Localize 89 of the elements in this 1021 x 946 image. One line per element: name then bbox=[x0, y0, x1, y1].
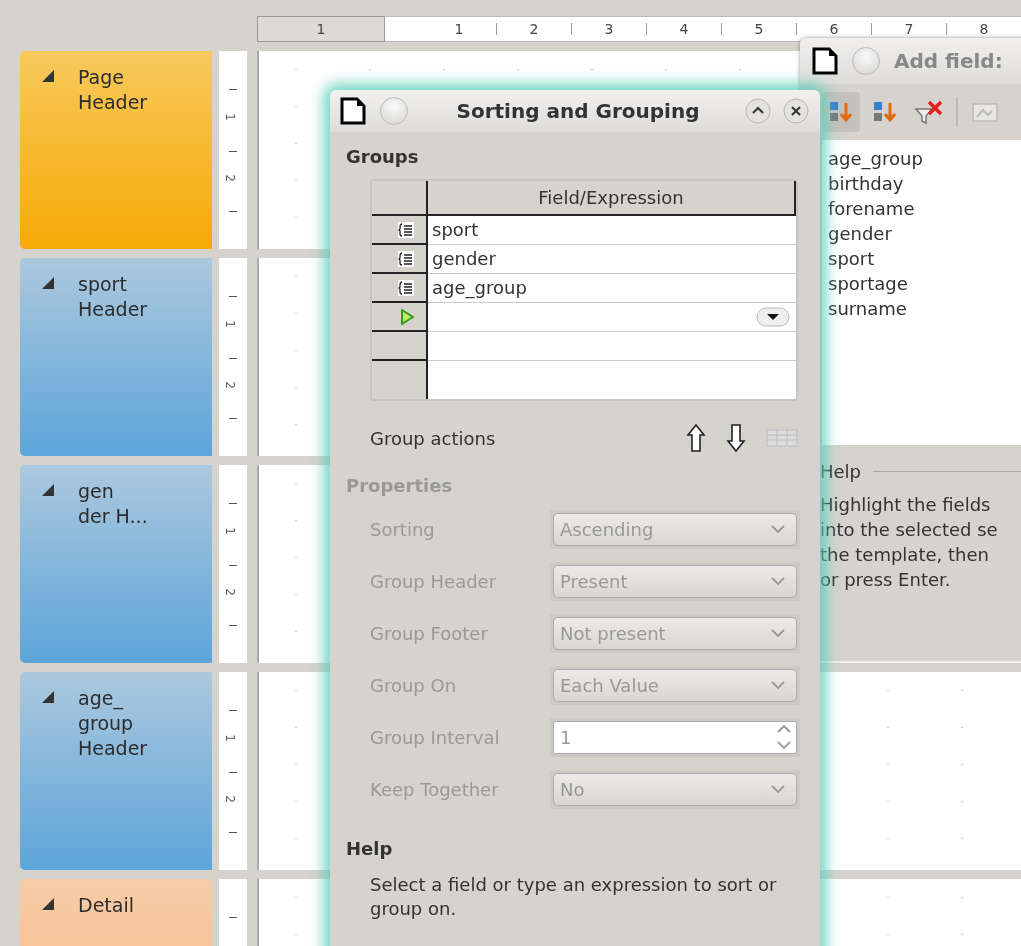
field-list-item[interactable]: surname bbox=[828, 296, 1021, 321]
dialog-title: Sorting and Grouping bbox=[455, 99, 701, 123]
collapse-triangle-icon[interactable] bbox=[40, 689, 56, 705]
help-heading: Help bbox=[820, 461, 862, 482]
row-handle[interactable] bbox=[372, 216, 428, 245]
sort-ascending-icon bbox=[828, 99, 854, 125]
section-header-panel[interactable]: gen der H... bbox=[20, 465, 212, 663]
ruler-number: 1 bbox=[454, 21, 464, 37]
section-header-panel[interactable]: sport Header bbox=[20, 258, 212, 456]
chevron-down-icon bbox=[770, 576, 786, 586]
ruler-number: 1 bbox=[222, 113, 237, 121]
section-title: sport bbox=[78, 272, 128, 297]
move-down-icon[interactable] bbox=[726, 423, 746, 453]
property-label: Group Interval bbox=[370, 726, 501, 748]
ruler-number: 3 bbox=[604, 21, 614, 37]
minimize-button[interactable] bbox=[744, 97, 772, 125]
property-label: Sorting bbox=[370, 518, 436, 540]
section-title: group bbox=[78, 711, 135, 736]
ruler-number: 1 bbox=[316, 21, 326, 37]
section-title: gen bbox=[78, 479, 115, 504]
section-title: Header bbox=[78, 736, 148, 761]
field-list-item[interactable]: gender bbox=[828, 221, 1021, 246]
help-text: the template, then bbox=[820, 543, 990, 567]
section-title: Header bbox=[78, 90, 148, 115]
ruler-number: 1 bbox=[222, 527, 237, 535]
section-header-panel[interactable]: Detail bbox=[20, 879, 212, 946]
section-title: der H... bbox=[78, 504, 148, 529]
ruler-number: 4 bbox=[679, 21, 689, 37]
help-text: or press Enter. bbox=[820, 568, 952, 592]
row-handle[interactable] bbox=[372, 245, 428, 274]
collapse-triangle-icon[interactable] bbox=[40, 68, 56, 84]
ruler-number: 8 bbox=[979, 21, 989, 37]
ruler-number: 2 bbox=[222, 588, 237, 596]
field-list-item[interactable]: forename bbox=[828, 196, 1021, 221]
section-heading: Groups bbox=[346, 146, 420, 167]
field-list-item[interactable]: sportage bbox=[828, 271, 1021, 296]
chevron-down-icon bbox=[770, 628, 786, 638]
sort-descending-icon bbox=[872, 99, 898, 125]
section-heading: Properties bbox=[346, 475, 454, 496]
document-icon bbox=[812, 47, 838, 75]
ruler-number: 2 bbox=[222, 795, 237, 803]
ruler-number: 1 bbox=[222, 734, 237, 742]
current-row-icon bbox=[400, 308, 414, 325]
spin-arrows-icon bbox=[776, 722, 792, 752]
row-handle[interactable] bbox=[372, 303, 428, 332]
group-icon bbox=[398, 221, 414, 238]
section-title: Page bbox=[78, 65, 125, 90]
section-title: Detail bbox=[78, 893, 134, 918]
chevron-down-icon bbox=[770, 680, 786, 690]
section-heading: Help bbox=[346, 838, 394, 859]
ruler-number: 1 bbox=[222, 320, 237, 328]
help-text: into the selected se bbox=[820, 518, 999, 542]
chevron-down-icon bbox=[770, 524, 786, 534]
section-title: Header bbox=[78, 297, 148, 322]
field-list-item[interactable]: age_group bbox=[828, 146, 1021, 171]
group-actions-label: Group actions bbox=[370, 427, 496, 449]
document-icon bbox=[340, 97, 366, 125]
dialog-title: Add field: bbox=[894, 49, 1003, 73]
collapse-triangle-icon[interactable] bbox=[40, 896, 56, 912]
row-handle-strip bbox=[372, 361, 428, 399]
remove-filter-icon bbox=[914, 99, 944, 125]
row-handle[interactable] bbox=[372, 332, 428, 361]
group-icon bbox=[398, 279, 414, 296]
section-header-panel[interactable]: age_ group Header bbox=[20, 672, 212, 870]
section-title: age_ bbox=[78, 686, 125, 711]
chevron-down-icon bbox=[770, 784, 786, 794]
property-label: Group On bbox=[370, 674, 458, 696]
property-label: Group Footer bbox=[370, 622, 489, 644]
field-list-item[interactable]: birthday bbox=[828, 171, 1021, 196]
ruler-number: 7 bbox=[904, 21, 914, 37]
ruler-number: 6 bbox=[829, 21, 839, 37]
column-header: Field/Expression bbox=[428, 181, 796, 214]
group-icon bbox=[398, 250, 414, 267]
close-button[interactable] bbox=[782, 97, 810, 125]
collapse-triangle-icon[interactable] bbox=[40, 482, 56, 498]
ruler-number: 2 bbox=[529, 21, 539, 37]
ruler-number: 2 bbox=[222, 381, 237, 389]
dropdown-icon[interactable] bbox=[756, 306, 790, 328]
move-up-icon[interactable] bbox=[686, 423, 706, 453]
help-text: Highlight the fields bbox=[820, 493, 992, 517]
field-list-item[interactable]: sport bbox=[828, 246, 1021, 271]
ruler-number: 2 bbox=[222, 174, 237, 182]
help-text: Select a field or type an expression to sort or group on. bbox=[370, 873, 778, 921]
section-header-panel[interactable]: Page Header bbox=[20, 51, 212, 249]
row-handle[interactable] bbox=[372, 274, 428, 303]
ruler-number: 5 bbox=[754, 21, 764, 37]
property-label: Keep Together bbox=[370, 778, 500, 800]
property-label: Group Header bbox=[370, 570, 498, 592]
collapse-triangle-icon[interactable] bbox=[40, 275, 56, 291]
